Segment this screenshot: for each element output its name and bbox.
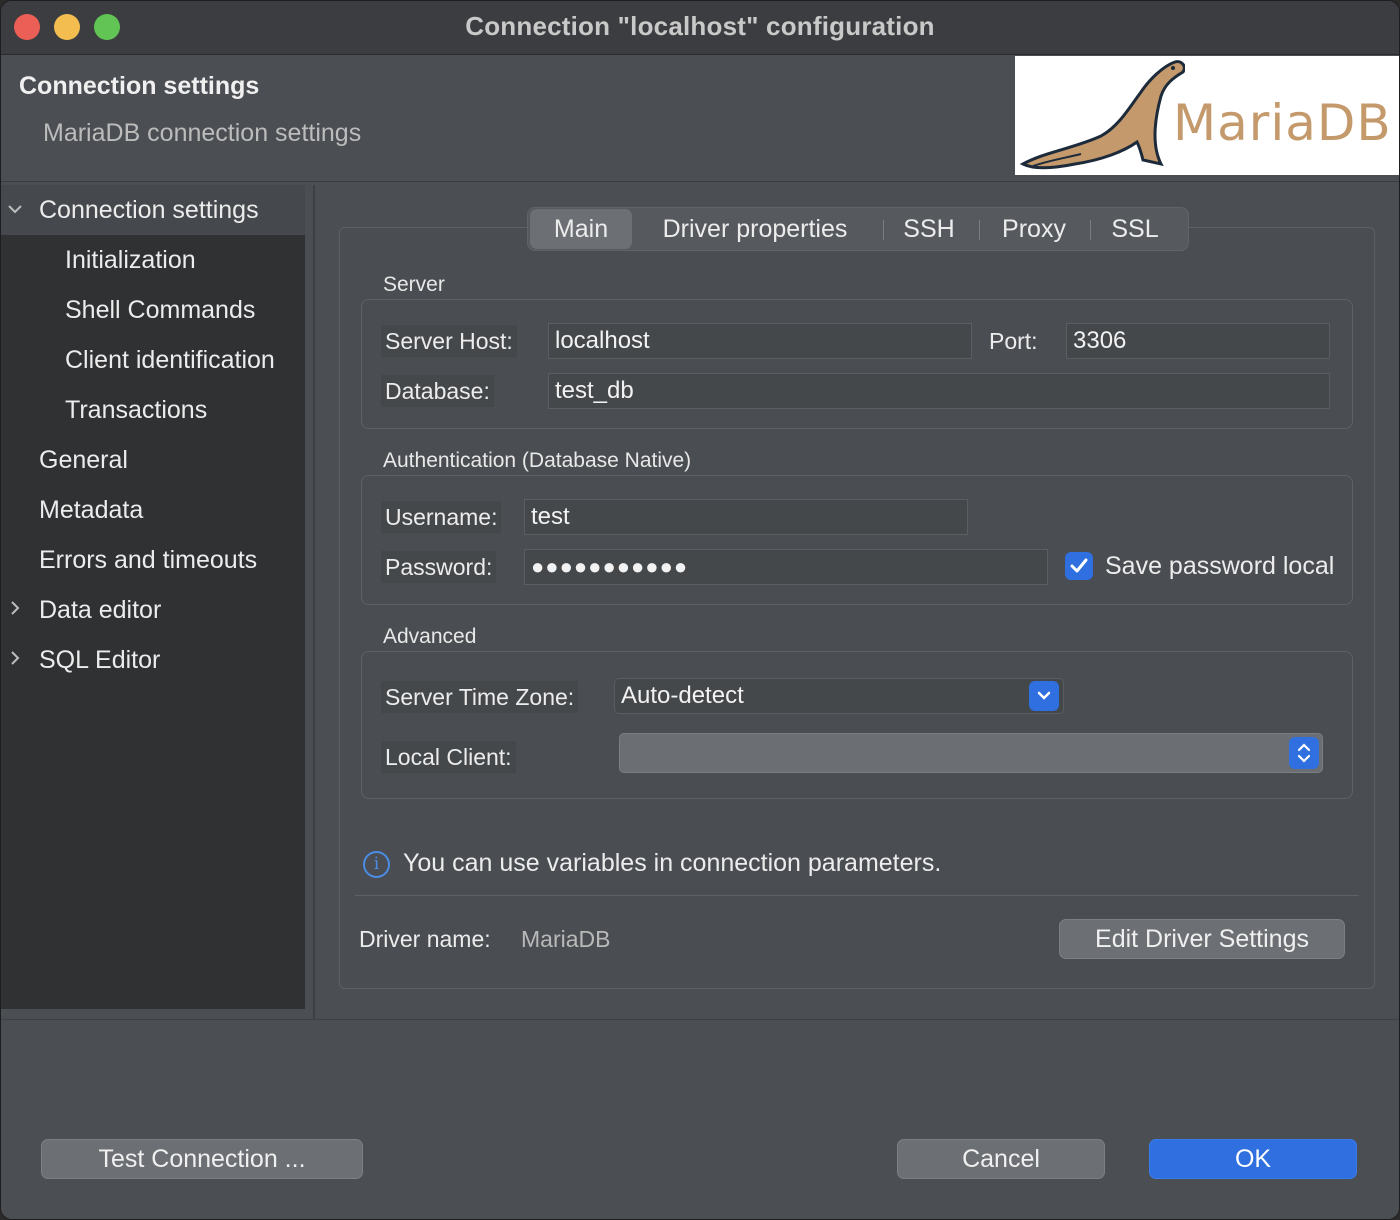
save-password-checkbox[interactable] bbox=[1065, 552, 1093, 580]
page-subtitle: MariaDB connection settings bbox=[43, 119, 362, 147]
sidebar-item-initialization[interactable]: Initialization bbox=[1, 235, 305, 285]
checkmark-icon bbox=[1070, 558, 1088, 573]
dialog-footer bbox=[1, 1019, 1399, 1219]
tab-divider bbox=[1090, 220, 1091, 240]
page-title: Connection settings bbox=[19, 72, 260, 100]
timezone-value: Auto-detect bbox=[621, 682, 744, 709]
username-input[interactable]: test bbox=[524, 499, 968, 535]
driver-name-label: Driver name: bbox=[359, 926, 491, 952]
sidebar-item-data-editor[interactable]: Data editor bbox=[1, 585, 305, 635]
sidebar-item-sql-editor[interactable]: SQL Editor bbox=[1, 635, 305, 685]
sidebar-item-errors-and-timeouts[interactable]: Errors and timeouts bbox=[1, 535, 305, 585]
tab-ssh[interactable]: SSH bbox=[890, 208, 968, 250]
sidebar-item-label: Metadata bbox=[39, 496, 144, 524]
sidebar-item-transactions[interactable]: Transactions bbox=[1, 385, 305, 435]
sidebar-item-shell-commands[interactable]: Shell Commands bbox=[1, 285, 305, 335]
tab-proxy[interactable]: Proxy bbox=[986, 208, 1082, 250]
auth-group bbox=[361, 475, 1353, 605]
sidebar-item-connection-settings[interactable]: Connection settings bbox=[1, 185, 305, 235]
sidebar-item-label: Transactions bbox=[65, 396, 208, 424]
local-client-select[interactable] bbox=[619, 733, 1323, 773]
sidebar-item-label: Initialization bbox=[65, 246, 196, 274]
sidebar-item-label: Data editor bbox=[39, 596, 162, 624]
seal-icon bbox=[1019, 60, 1185, 170]
database-label: Database: bbox=[381, 375, 494, 407]
password-label: Password: bbox=[381, 551, 497, 583]
port-input[interactable]: 3306 bbox=[1066, 323, 1330, 359]
sidebar-item-general[interactable]: General bbox=[1, 435, 305, 485]
sidebar-item-label: Shell Commands bbox=[65, 296, 256, 324]
server-host-input[interactable]: localhost bbox=[548, 323, 972, 359]
tab-divider bbox=[979, 220, 980, 240]
local-client-label: Local Client: bbox=[381, 741, 516, 773]
advanced-section-label: Advanced bbox=[383, 625, 477, 648]
driver-name-value: MariaDB bbox=[521, 926, 611, 952]
password-input[interactable]: ●●●●●●●●●●● bbox=[524, 549, 1048, 585]
info-text: You can use variables in connection para… bbox=[403, 849, 942, 877]
tab-divider bbox=[883, 220, 884, 240]
page-header: Connection settings MariaDB connection s… bbox=[1, 56, 1399, 182]
info-icon: i bbox=[363, 851, 390, 878]
mariadb-logo: MariaDB bbox=[1015, 56, 1399, 175]
sidebar-item-label: SQL Editor bbox=[39, 646, 161, 674]
server-group bbox=[361, 299, 1353, 429]
sidebar-item-label: Client identification bbox=[65, 346, 275, 374]
tab-main[interactable]: Main bbox=[530, 209, 632, 249]
window-title: Connection "localhost" configuration bbox=[465, 11, 935, 41]
port-label: Port: bbox=[989, 328, 1038, 354]
timezone-select[interactable]: Auto-detect bbox=[614, 678, 1064, 714]
logo-wordmark: MariaDB bbox=[1173, 94, 1392, 152]
title-bar: Connection "localhost" configuration bbox=[1, 1, 1399, 55]
chevron-right-icon[interactable] bbox=[7, 635, 27, 704]
server-host-label: Server Host: bbox=[381, 325, 517, 357]
server-section-label: Server bbox=[383, 273, 445, 296]
ok-button[interactable]: OK bbox=[1149, 1139, 1357, 1179]
cancel-button[interactable]: Cancel bbox=[897, 1139, 1105, 1179]
sidebar-item-client-identification[interactable]: Client identification bbox=[1, 335, 305, 385]
test-connection-button[interactable]: Test Connection ... bbox=[41, 1139, 363, 1179]
database-input[interactable]: test_db bbox=[548, 373, 1330, 409]
divider bbox=[355, 895, 1359, 896]
chevron-down-icon[interactable] bbox=[1029, 681, 1059, 711]
connection-config-window: Connection "localhost" configuration Con… bbox=[0, 0, 1400, 1220]
sidebar-divider[interactable] bbox=[313, 185, 315, 1019]
save-password-label[interactable]: Save password locally bbox=[1105, 552, 1333, 581]
tab-driver-properties[interactable]: Driver properties bbox=[640, 208, 870, 250]
updown-chevron-icon[interactable] bbox=[1289, 737, 1319, 769]
sidebar-item-metadata[interactable]: Metadata bbox=[1, 485, 305, 535]
tab-ssl[interactable]: SSL bbox=[1098, 208, 1172, 250]
sidebar-item-label: Errors and timeouts bbox=[39, 546, 258, 574]
edit-driver-settings-button[interactable]: Edit Driver Settings bbox=[1059, 919, 1345, 959]
sidebar-item-label: Connection settings bbox=[39, 196, 259, 224]
auth-section-label: Authentication (Database Native) bbox=[383, 449, 692, 472]
username-label: Username: bbox=[381, 501, 502, 533]
sidebar-item-label: General bbox=[39, 446, 128, 474]
timezone-label: Server Time Zone: bbox=[381, 681, 579, 713]
settings-sidebar: Connection settings Initialization Shell… bbox=[1, 185, 305, 1009]
settings-tabs: Main Driver properties SSH Proxy SSL bbox=[527, 207, 1189, 251]
advanced-group bbox=[361, 651, 1353, 799]
